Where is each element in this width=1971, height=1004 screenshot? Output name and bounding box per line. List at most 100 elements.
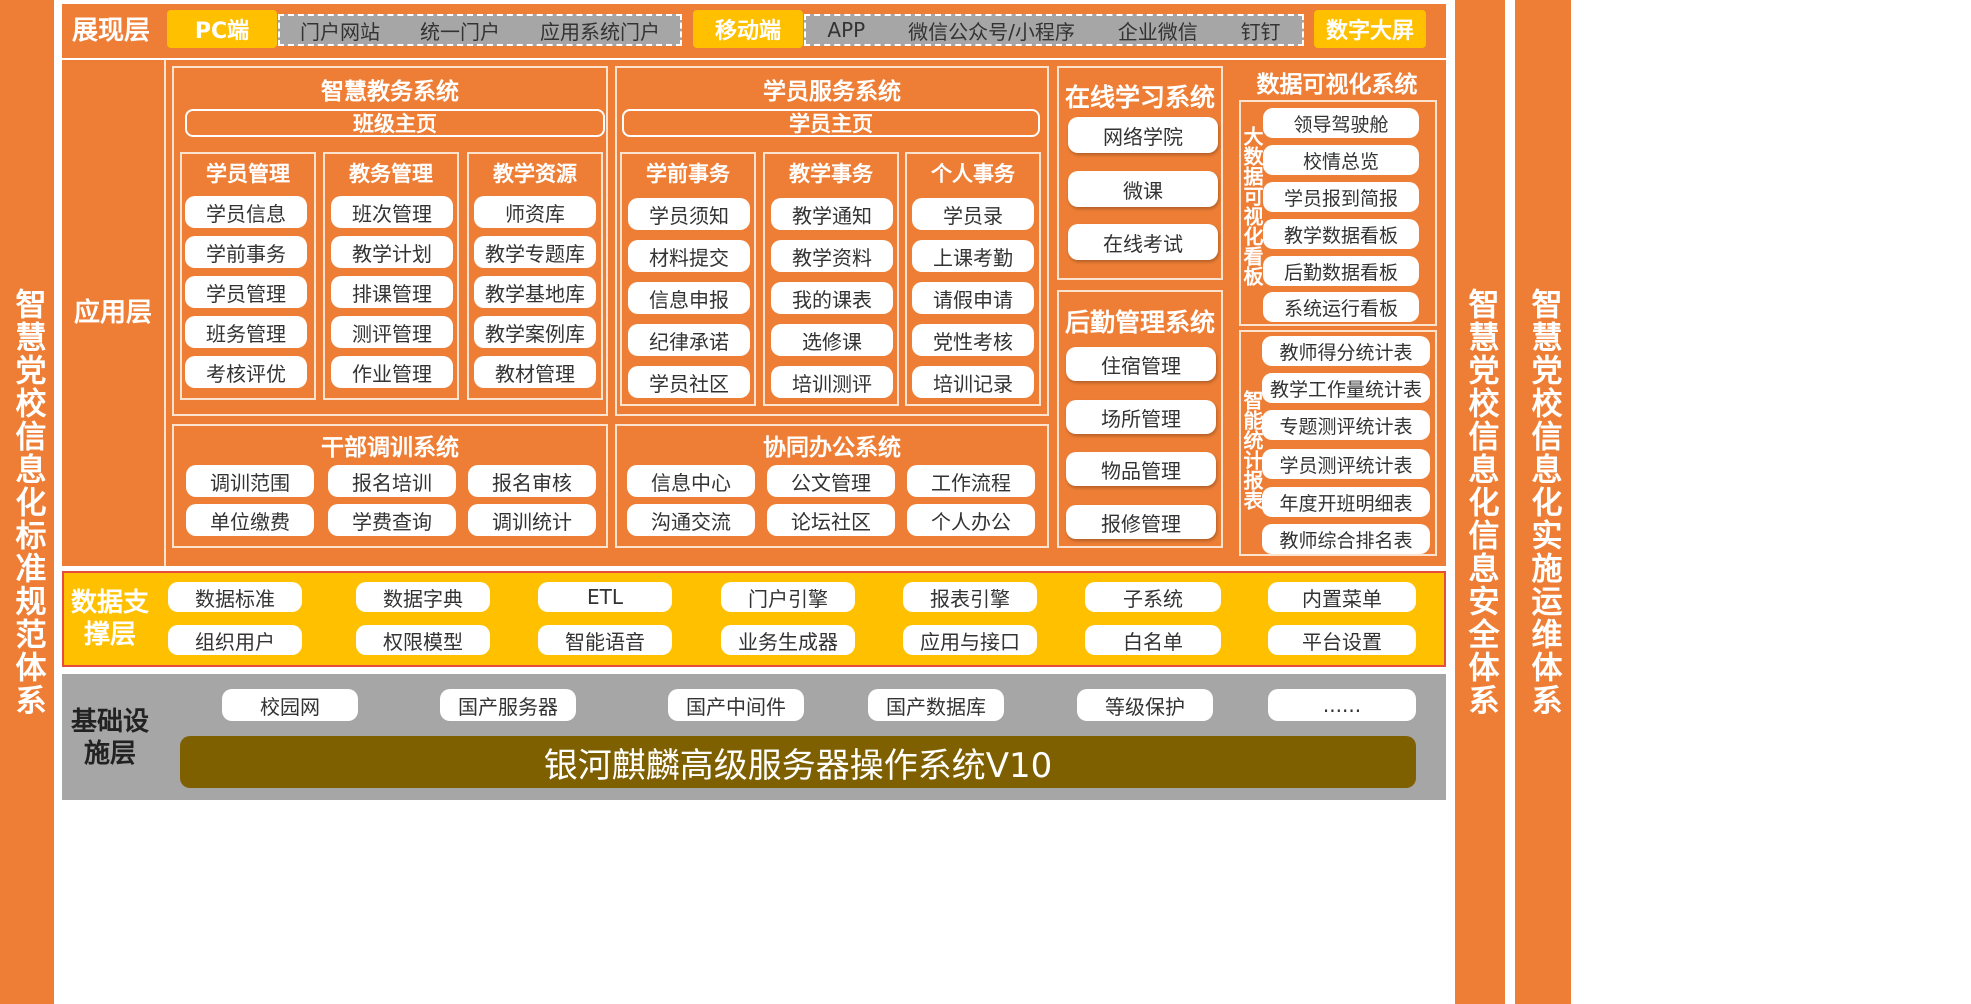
module-item[interactable]: 教师得分统计表 <box>1262 336 1430 366</box>
module-item[interactable]: 教学数据看板 <box>1263 219 1419 249</box>
module-item[interactable]: 教材管理 <box>474 356 596 388</box>
module-item[interactable]: 在线考试 <box>1068 224 1218 260</box>
module-item[interactable]: 材料提交 <box>628 240 750 272</box>
module-item[interactable]: 班次管理 <box>331 196 453 228</box>
module-item[interactable]: 年度开班明细表 <box>1262 487 1430 517</box>
module-item[interactable]: 师资库 <box>474 196 596 228</box>
mobile-item[interactable]: 企业微信 <box>1118 16 1198 45</box>
module-item[interactable]: 我的课表 <box>771 282 893 314</box>
module-item[interactable]: 沟通交流 <box>627 504 755 536</box>
data-support-item[interactable]: ETL <box>538 582 672 612</box>
module-item[interactable]: 公文管理 <box>767 465 895 497</box>
module-item[interactable]: 工作流程 <box>907 465 1035 497</box>
module-item[interactable]: 纪律承诺 <box>628 324 750 356</box>
module-item[interactable]: 学员报到简报 <box>1263 182 1419 212</box>
module-item[interactable]: 学员社区 <box>628 366 750 398</box>
module-item[interactable]: 个人办公 <box>907 504 1035 536</box>
mobile-item[interactable]: 微信公众号/小程序 <box>908 16 1075 45</box>
pc-item[interactable]: 统一门户 <box>420 16 500 45</box>
infra-item[interactable]: ...... <box>1268 689 1416 721</box>
module-item[interactable]: 网络学院 <box>1068 117 1218 153</box>
operations-system-bar: 智慧党校信息化实施运维体系 <box>1515 0 1571 1004</box>
mobile-item[interactable]: 钉钉 <box>1241 16 1281 45</box>
module-item[interactable]: 测评管理 <box>331 316 453 348</box>
data-support-item[interactable]: 内置菜单 <box>1268 582 1416 612</box>
module-item[interactable]: 班务管理 <box>185 316 307 348</box>
data-support-item[interactable]: 应用与接口 <box>903 625 1037 655</box>
module-item[interactable]: 学员管理 <box>185 276 307 308</box>
module-item[interactable]: 报名审核 <box>468 465 596 497</box>
presentation-layer-label: 展现层 <box>71 15 150 46</box>
module-item[interactable]: 专题测评统计表 <box>1262 410 1430 440</box>
module-item[interactable]: 选修课 <box>771 324 893 356</box>
module-item[interactable]: 学员测评统计表 <box>1262 449 1430 479</box>
module-item[interactable]: 党性考核 <box>912 324 1034 356</box>
data-support-item[interactable]: 报表引擎 <box>903 582 1037 612</box>
module-item[interactable]: 教学资料 <box>771 240 893 272</box>
module-item[interactable]: 学费查询 <box>328 504 456 536</box>
data-support-item[interactable]: 门户引擎 <box>721 582 855 612</box>
infra-item[interactable]: 国产服务器 <box>440 689 576 721</box>
module-item[interactable]: 教学通知 <box>771 198 893 230</box>
student-homepage[interactable]: 学员主页 <box>622 109 1040 137</box>
data-support-item[interactable]: 业务生成器 <box>721 625 855 655</box>
xueyuan-title: 学员服务系统 <box>763 79 901 105</box>
module-item[interactable]: 学员信息 <box>185 196 307 228</box>
standards-system-label: 智慧党校信息化标准规范体系 <box>9 287 46 717</box>
module-item[interactable]: 系统运行看板 <box>1263 292 1419 322</box>
mobile-item[interactable]: APP <box>827 18 865 42</box>
module-item[interactable]: 教学专题库 <box>474 236 596 268</box>
module-item[interactable]: 物品管理 <box>1066 452 1216 486</box>
data-support-item[interactable]: 智能语音 <box>538 625 672 655</box>
module-item[interactable]: 教师综合排名表 <box>1262 524 1430 554</box>
data-support-item[interactable]: 白名单 <box>1085 625 1221 655</box>
module-item[interactable]: 教学工作量统计表 <box>1262 373 1430 403</box>
data-support-item[interactable]: 数据标准 <box>168 582 302 612</box>
module-item[interactable]: 信息中心 <box>627 465 755 497</box>
mobile-tab[interactable]: 移动端 <box>693 10 803 48</box>
module-item[interactable]: 报名培训 <box>328 465 456 497</box>
module-item[interactable]: 学前事务 <box>185 236 307 268</box>
module-item[interactable]: 后勤数据看板 <box>1263 256 1419 286</box>
module-item[interactable]: 排课管理 <box>331 276 453 308</box>
module-item[interactable]: 上课考勤 <box>912 240 1034 272</box>
logistics-title: 后勤管理系统 <box>1064 308 1215 337</box>
module-item[interactable]: 培训记录 <box>912 366 1034 398</box>
data-support-layer-label: 数据支撑层 <box>70 587 149 651</box>
module-item[interactable]: 信息申报 <box>628 282 750 314</box>
cadre-training-title: 干部调训系统 <box>321 435 459 461</box>
data-support-item[interactable]: 组织用户 <box>168 625 302 655</box>
module-item[interactable]: 教学基地库 <box>474 276 596 308</box>
class-homepage[interactable]: 班级主页 <box>185 109 605 137</box>
module-item[interactable]: 论坛社区 <box>767 504 895 536</box>
module-item[interactable]: 单位缴费 <box>186 504 314 536</box>
module-item[interactable]: 考核评优 <box>185 356 307 388</box>
data-support-item[interactable]: 平台设置 <box>1268 625 1416 655</box>
module-item[interactable]: 调训统计 <box>468 504 596 536</box>
module-item[interactable]: 领导驾驶舱 <box>1263 108 1419 138</box>
pc-item[interactable]: 应用系统门户 <box>540 16 660 45</box>
module-item[interactable]: 教学案例库 <box>474 316 596 348</box>
module-item[interactable]: 校情总览 <box>1263 145 1419 175</box>
module-item[interactable]: 报修管理 <box>1066 505 1216 539</box>
data-support-item[interactable]: 数据字典 <box>356 582 490 612</box>
infra-item[interactable]: 校园网 <box>222 689 358 721</box>
infra-item[interactable]: 国产中间件 <box>668 689 804 721</box>
pc-tab[interactable]: PC端 <box>167 10 277 48</box>
module-item[interactable]: 住宿管理 <box>1066 347 1216 381</box>
module-item[interactable]: 调训范围 <box>186 465 314 497</box>
pc-item[interactable]: 门户网站 <box>300 16 380 45</box>
infra-item[interactable]: 国产数据库 <box>868 689 1004 721</box>
data-support-item[interactable]: 权限模型 <box>356 625 490 655</box>
infra-item[interactable]: 等级保护 <box>1077 689 1213 721</box>
module-item[interactable]: 培训测评 <box>771 366 893 398</box>
data-support-item[interactable]: 子系统 <box>1085 582 1221 612</box>
module-item[interactable]: 教学计划 <box>331 236 453 268</box>
module-item[interactable]: 请假申请 <box>912 282 1034 314</box>
module-item[interactable]: 作业管理 <box>331 356 453 388</box>
module-item[interactable]: 学员须知 <box>628 198 750 230</box>
module-item[interactable]: 微课 <box>1068 171 1218 207</box>
module-item[interactable]: 学员录 <box>912 198 1034 230</box>
module-item[interactable]: 场所管理 <box>1066 400 1216 434</box>
bigscreen-tab[interactable]: 数字大屏 <box>1314 10 1426 48</box>
